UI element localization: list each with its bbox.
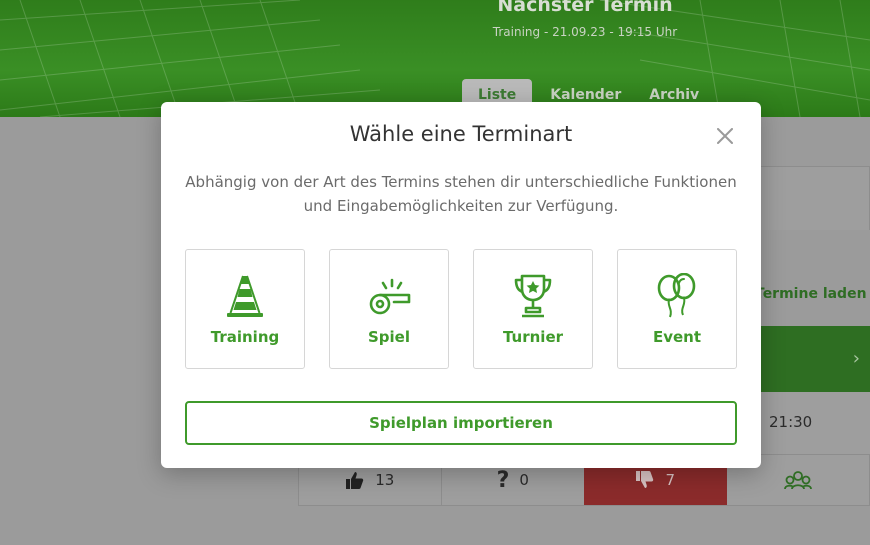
goal-net-graphic: [0, 0, 870, 117]
type-training-button[interactable]: Training: [185, 249, 305, 369]
type-training-label: Training: [210, 328, 280, 346]
type-turnier-button[interactable]: Turnier: [473, 249, 593, 369]
type-turnier-label: Turnier: [502, 328, 564, 346]
chevron-right-icon: ›: [852, 348, 860, 369]
import-schedule-button[interactable]: Spielplan importieren: [185, 401, 737, 445]
trophy-icon: [508, 271, 558, 321]
balloons-icon: [652, 271, 702, 321]
thumbs-up-icon: [346, 472, 364, 489]
hero-banner: Nächster Termin Training - 21.09.23 - 19…: [0, 0, 870, 117]
vote-no-count: 7: [665, 471, 676, 489]
reload-events-button[interactable]: Termine laden⟳: [755, 282, 870, 306]
type-spiel-label: Spiel: [368, 328, 410, 346]
dialog-title: Wähle eine Terminart: [349, 122, 573, 146]
close-icon: [717, 128, 733, 144]
cone-icon: [220, 271, 270, 321]
event-time: 21:30: [769, 413, 813, 431]
vote-yes-count: 13: [375, 471, 395, 489]
group-icon: [783, 471, 812, 490]
type-spiel-button[interactable]: Spiel: [329, 249, 449, 369]
vote-maybe-count: 0: [519, 471, 529, 489]
close-button[interactable]: [714, 125, 736, 147]
dialog-description: Abhängig von der Art des Termins stehen …: [185, 173, 737, 215]
thumbs-down-icon: [636, 471, 654, 488]
event-type-options: Training Spiel Turnier Event: [185, 249, 737, 369]
whistle-icon: [364, 271, 414, 321]
question-icon: ?: [496, 467, 510, 493]
next-event-subtitle: Training - 21.09.23 - 19:15 Uhr: [492, 25, 678, 39]
type-event-label: Event: [652, 328, 702, 346]
event-type-dialog: Wähle eine Terminart Abhängig von der Ar…: [161, 102, 761, 468]
reload-label: Termine laden: [755, 286, 867, 302]
next-event-title: Nächster Termin: [497, 0, 673, 16]
type-event-button[interactable]: Event: [617, 249, 737, 369]
